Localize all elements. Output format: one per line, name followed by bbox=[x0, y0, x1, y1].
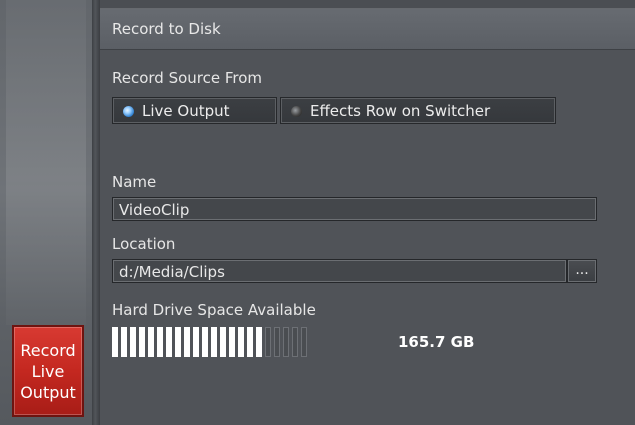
record-button-line-3: Output bbox=[20, 382, 76, 402]
meter-segment-filled bbox=[193, 327, 199, 357]
meter-segment-empty bbox=[301, 327, 307, 357]
record-button-line-1: Record bbox=[20, 340, 76, 360]
meter-segment-filled bbox=[256, 327, 262, 357]
location-label: Location bbox=[112, 235, 176, 253]
disk-space-value: 165.7 GB bbox=[398, 333, 475, 351]
radio-unselected-icon bbox=[291, 106, 302, 117]
meter-segment-filled bbox=[202, 327, 208, 357]
location-field[interactable]: d:/Media/Clips bbox=[112, 259, 567, 283]
record-to-disk-panel: Record to Disk Record Source From Live O… bbox=[100, 8, 635, 425]
meter-segment-filled bbox=[229, 327, 235, 357]
meter-segment-filled bbox=[112, 327, 118, 357]
source-option-live-output[interactable]: Live Output bbox=[112, 97, 277, 124]
meter-segment-filled bbox=[157, 327, 163, 357]
meter-segment-filled bbox=[238, 327, 244, 357]
sidebar-gloss bbox=[6, 0, 86, 325]
meter-segment-empty bbox=[274, 327, 280, 357]
meter-segment-filled bbox=[175, 327, 181, 357]
record-button-line-2: Live bbox=[31, 361, 65, 381]
meter-segment-filled bbox=[220, 327, 226, 357]
source-option-label: Effects Row on Switcher bbox=[310, 102, 491, 120]
record-source-label: Record Source From bbox=[112, 69, 263, 87]
source-option-label: Live Output bbox=[142, 102, 230, 120]
app-window: Record Live Output Record to Disk Record… bbox=[0, 0, 635, 425]
meter-segment-filled bbox=[184, 327, 190, 357]
name-label: Name bbox=[112, 173, 157, 191]
panel-title: Record to Disk bbox=[112, 20, 221, 38]
record-live-output-button[interactable]: Record Live Output bbox=[12, 325, 84, 417]
disk-space-meter bbox=[112, 327, 307, 357]
source-option-effects-row[interactable]: Effects Row on Switcher bbox=[280, 97, 556, 124]
meter-segment-filled bbox=[139, 327, 145, 357]
meter-segment-filled bbox=[211, 327, 217, 357]
browse-button[interactable]: ... bbox=[567, 259, 597, 283]
panel-divider bbox=[92, 0, 100, 425]
left-sidebar: Record Live Output bbox=[0, 0, 92, 425]
meter-segment-empty bbox=[265, 327, 271, 357]
meter-segment-filled bbox=[166, 327, 172, 357]
disk-space-label: Hard Drive Space Available bbox=[112, 301, 316, 319]
meter-segment-filled bbox=[130, 327, 136, 357]
radio-selected-icon bbox=[123, 106, 134, 117]
name-field[interactable]: VideoClip bbox=[112, 197, 597, 221]
meter-segment-filled bbox=[148, 327, 154, 357]
meter-segment-empty bbox=[292, 327, 298, 357]
panel-header: Record to Disk bbox=[100, 9, 635, 50]
meter-segment-filled bbox=[121, 327, 127, 357]
meter-segment-empty bbox=[283, 327, 289, 357]
meter-segment-filled bbox=[247, 327, 253, 357]
